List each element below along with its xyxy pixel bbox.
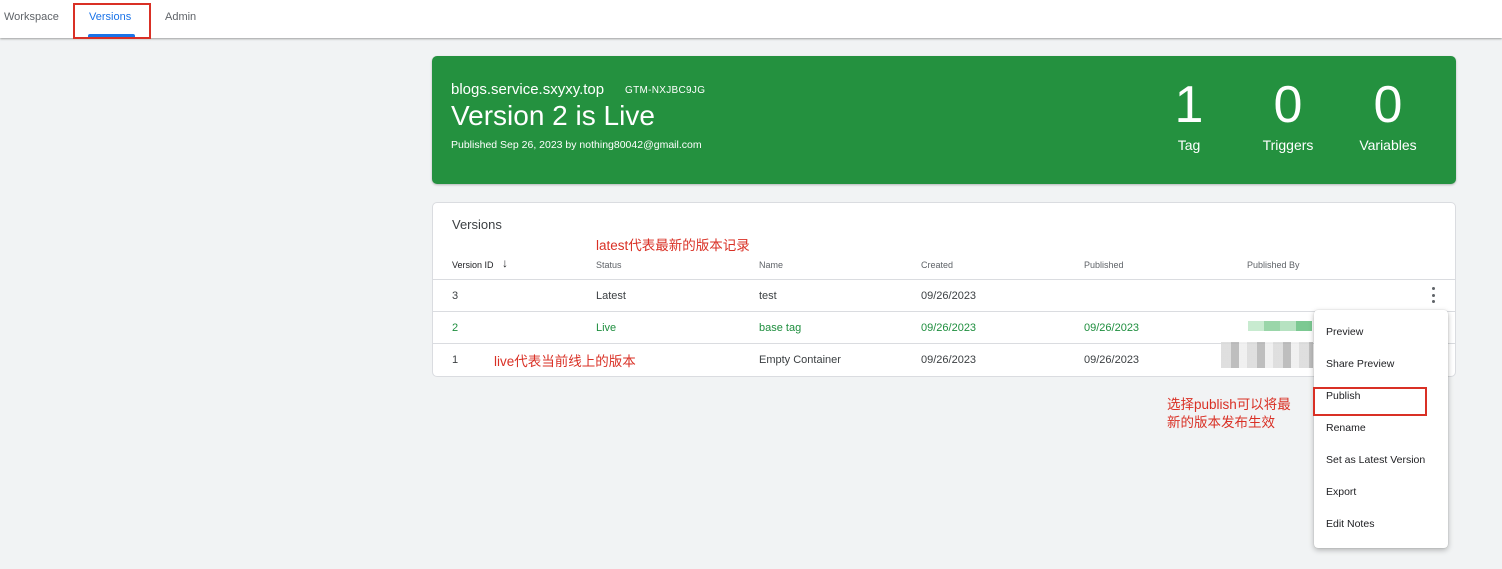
version-name[interactable]: base tag	[759, 322, 801, 334]
stat-variables-label: Variables	[1359, 137, 1417, 153]
version-name[interactable]: Empty Container	[759, 354, 841, 366]
menu-item-edit-notes[interactable]: Edit Notes	[1314, 508, 1448, 540]
column-header-published-by[interactable]: Published By	[1247, 260, 1300, 270]
container-domain: blogs.service.sxyxy.top	[451, 81, 605, 98]
version-status: Latest	[596, 290, 626, 302]
sort-arrow-down-icon[interactable]: ↓	[502, 256, 508, 270]
version-created: 09/26/2023	[921, 290, 977, 302]
table-row[interactable]: 2 Live base tag 09/26/2023 09/26/2023	[433, 311, 1455, 343]
menu-item-set-as-latest-version[interactable]: Set as Latest Version	[1314, 444, 1448, 476]
stat-triggers-count: 0	[1273, 76, 1303, 134]
table-row[interactable]: 3 Latest test 09/26/2023	[433, 279, 1455, 311]
stat-tags: 1 Tag	[1139, 76, 1239, 153]
publish-highlight-box	[1313, 387, 1427, 416]
column-header-created[interactable]: Created	[921, 260, 953, 270]
annotation-publish: 选择publish可以将最 新的版本发布生效	[1167, 396, 1291, 432]
published-by-redacted	[1248, 321, 1312, 331]
live-version-title: Version 2 is Live	[451, 100, 655, 131]
column-header-status[interactable]: Status	[596, 260, 622, 270]
column-header-name[interactable]: Name	[759, 260, 783, 270]
version-id: 1	[452, 354, 459, 366]
annotation-publish-line-1: 选择publish可以将最	[1167, 397, 1291, 412]
version-published: 09/26/2023	[1084, 354, 1140, 366]
menu-item-rename[interactable]: Rename	[1314, 412, 1448, 444]
annotation-publish-line-2: 新的版本发布生效	[1167, 415, 1275, 430]
more-actions-icon[interactable]	[1430, 287, 1436, 303]
stat-variables-count: 0	[1373, 76, 1403, 134]
column-header-published[interactable]: Published	[1084, 260, 1124, 270]
stat-tags-count: 1	[1174, 76, 1204, 134]
version-created: 09/26/2023	[921, 322, 977, 334]
tab-workspace[interactable]: Workspace	[4, 11, 59, 23]
published-by-redacted	[1221, 342, 1313, 368]
version-published: 09/26/2023	[1084, 322, 1140, 334]
tab-admin[interactable]: Admin	[165, 11, 196, 23]
versions-tab-highlight-box	[73, 3, 151, 39]
version-status: Live	[596, 322, 617, 334]
version-created: 09/26/2023	[921, 354, 977, 366]
stat-triggers: 0 Triggers	[1238, 76, 1338, 153]
column-header-version-id[interactable]: Version ID	[452, 260, 494, 270]
menu-item-share-preview[interactable]: Share Preview	[1314, 348, 1448, 380]
published-info: Published Sep 26, 2023 by nothing80042@g…	[451, 139, 702, 151]
live-version-summary: blogs.service.sxyxy.top GTM-NXJBC9JG Ver…	[432, 56, 1456, 184]
version-name[interactable]: test	[759, 290, 777, 302]
container-id: GTM-NXJBC9JG	[625, 85, 706, 96]
stat-triggers-label: Triggers	[1262, 137, 1314, 153]
stat-tags-label: Tag	[1177, 137, 1201, 153]
annotation-live: live代表当前线上的版本	[494, 354, 636, 369]
menu-item-export[interactable]: Export	[1314, 476, 1448, 508]
stat-variables: 0 Variables	[1338, 76, 1438, 153]
menu-item-preview[interactable]: Preview	[1314, 316, 1448, 348]
version-id: 2	[452, 322, 459, 334]
top-nav-bar: Workspace Versions Admin	[0, 0, 1502, 38]
version-id: 3	[452, 290, 459, 302]
versions-card: Versions Version ID ↓ Status Name Create…	[432, 202, 1456, 377]
annotation-latest: latest代表最新的版本记录	[596, 238, 750, 253]
version-actions-menu: Preview Share Preview Publish Rename Set…	[1314, 310, 1448, 548]
versions-card-title: Versions	[452, 217, 502, 232]
